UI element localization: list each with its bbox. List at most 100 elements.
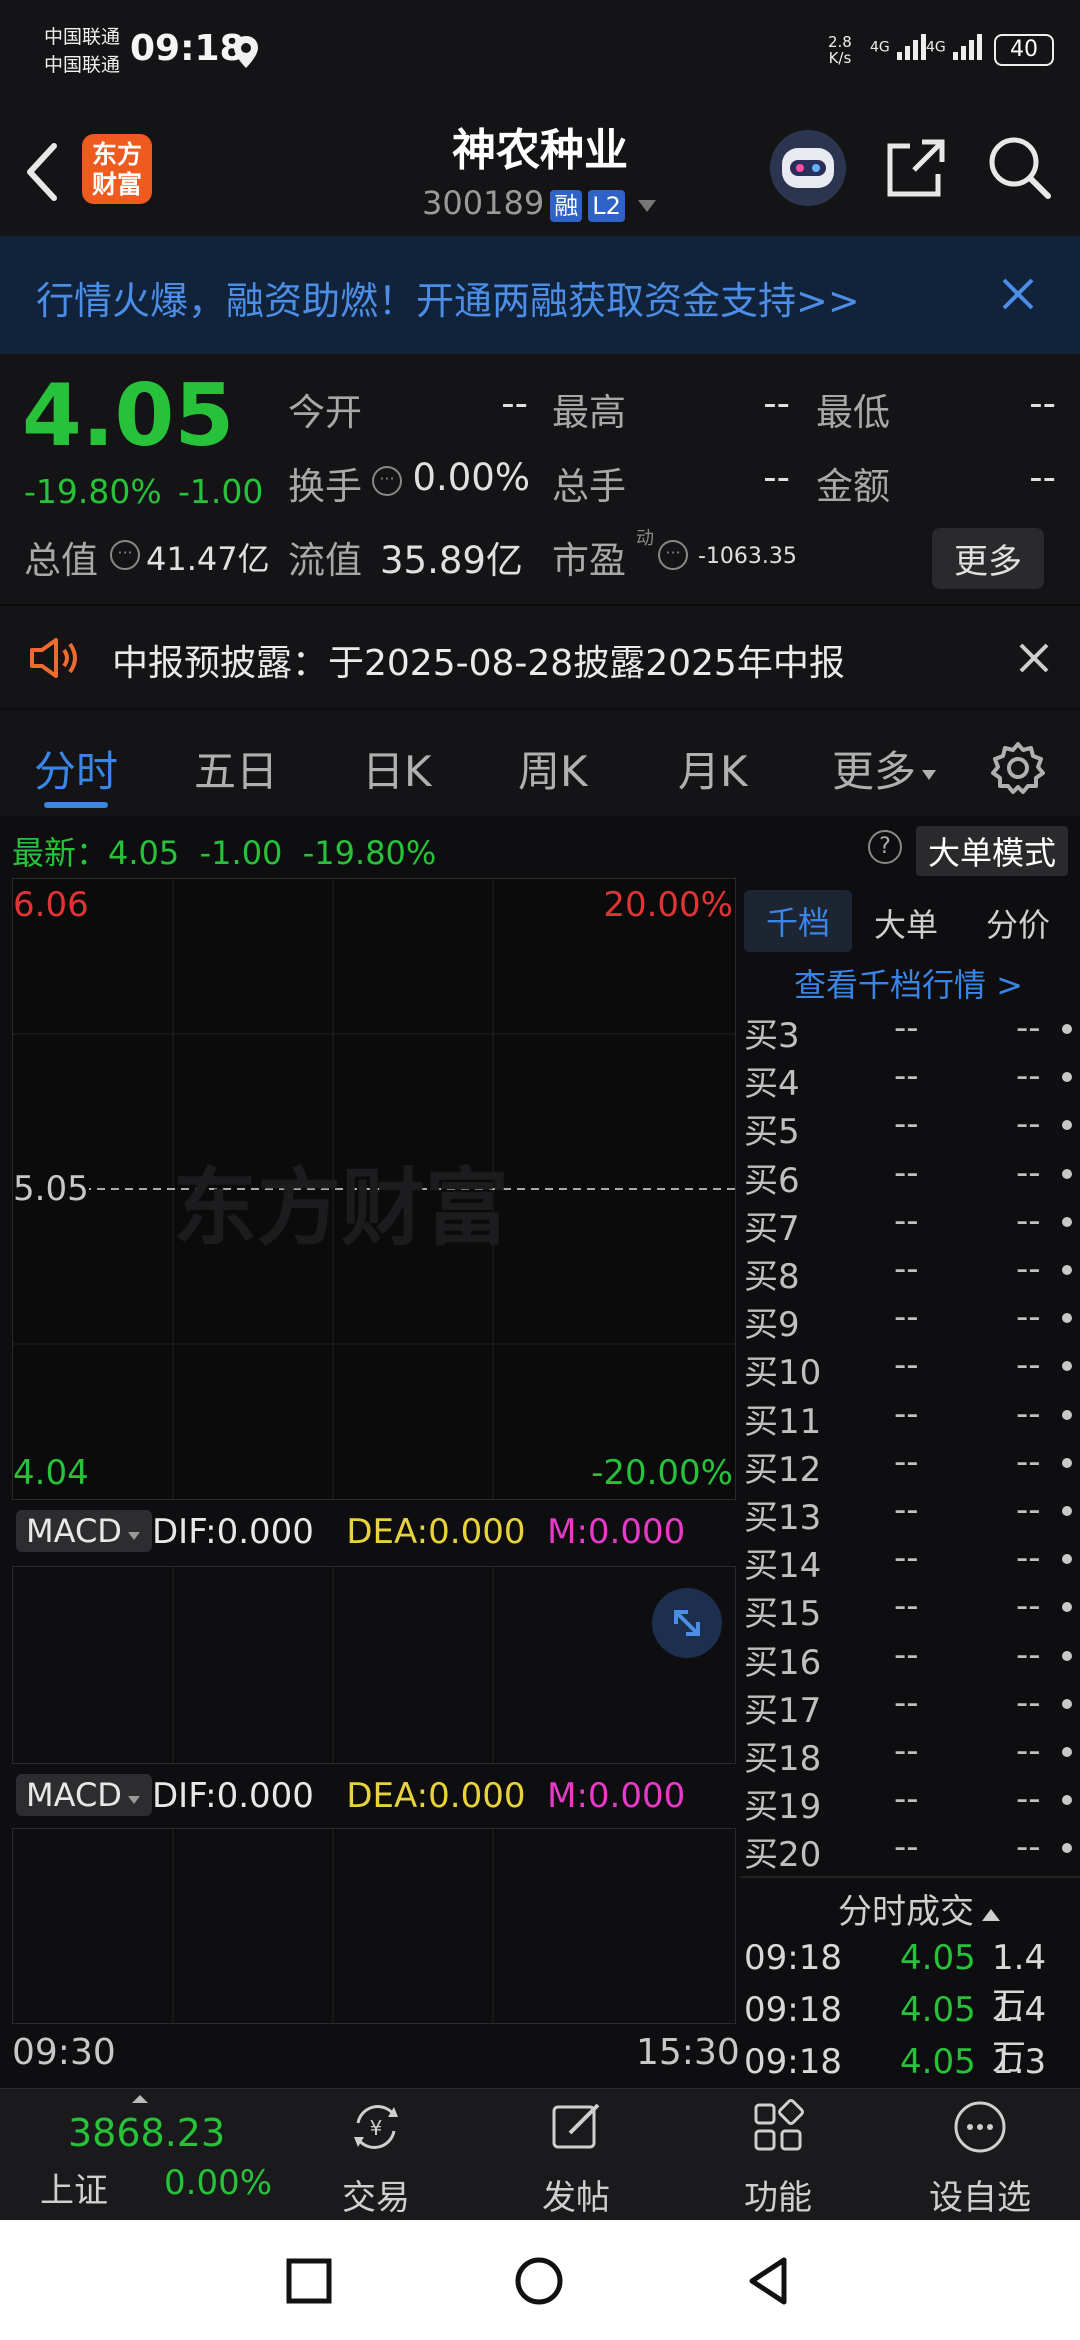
dropdown-icon (127, 1532, 140, 1540)
level-dot-icon (1062, 1409, 1072, 1420)
level-label: 买7 (744, 1208, 800, 1249)
tab-thousand-levels[interactable]: 千档 (744, 890, 853, 952)
macd-plot-area[interactable] (12, 1566, 736, 1764)
latest-quote: 最新：4.05 -1.00 -19.80% (12, 834, 437, 872)
order-book-row: 买13 -- -- (744, 1490, 1074, 1538)
macd-values: DIF:0.000 DEA:0.000 M:0.000 (152, 1776, 686, 1816)
chart-info-bar: 最新：4.05 -1.00 -19.80% ? 大单模式 (0, 818, 1080, 878)
tab-weekly-k[interactable]: 周K (518, 738, 588, 799)
promo-banner[interactable]: 行情火爆，融资助燃！开通两融获取资金支持>> (0, 236, 1080, 354)
indicator-selector[interactable]: MACD (16, 1510, 152, 1552)
recents-icon[interactable] (286, 2258, 332, 2304)
trade-button[interactable]: ¥ 交易 (326, 2099, 426, 2219)
level-label: 买12 (744, 1449, 822, 1490)
level-price: -- (894, 1634, 919, 1675)
level-volume: -- (1016, 1538, 1041, 1579)
order-book-panel: 千档 大单 分价 查看千档行情 > 买3 -- -- 买4 -- -- 买5 -- -- 买6 --… (740, 878, 1080, 2130)
index-percent: 0.00% (164, 2163, 273, 2203)
level-dot-icon (1062, 1843, 1072, 1854)
order-book-row: 买11 -- -- (744, 1394, 1074, 1442)
more-button[interactable]: 更多 (932, 528, 1044, 589)
float-cap-value: 35.89亿 (380, 539, 523, 582)
level-price: -- (894, 1731, 919, 1771)
level-volume: -- (1016, 1827, 1041, 1868)
settings-icon[interactable] (990, 740, 1046, 796)
pe-dynamic-mark: 动 (636, 528, 654, 549)
y-axis-mid-label: 5.05 (13, 1169, 89, 1209)
index-value[interactable]: 3868.23 (68, 2111, 225, 2155)
back-nav-icon[interactable] (746, 2256, 790, 2306)
expand-icon[interactable] (652, 1588, 722, 1658)
tab-five-day[interactable]: 五日 (194, 738, 278, 799)
tab-price-distribution[interactable]: 分价 (986, 900, 1050, 946)
l2-tag: L2 (588, 190, 625, 222)
info-icon[interactable]: ··· (110, 540, 140, 570)
active-tab-indicator (44, 802, 108, 808)
signal-2-icon: 4G (926, 32, 987, 62)
add-watchlist-button[interactable]: 设自选 (920, 2099, 1040, 2219)
edit-icon (552, 2103, 600, 2149)
amount-value: -- (1029, 456, 1056, 499)
robot-assistant-icon[interactable] (770, 130, 846, 206)
indicator-selector[interactable]: MACD (16, 1774, 152, 1816)
notice-text[interactable]: 中报预披露：于2025-08-28披露2025年中报 (112, 634, 845, 686)
tab-more[interactable]: 更多 (832, 738, 938, 799)
level-price: -- (894, 1538, 919, 1579)
macd-plot-area[interactable] (12, 1828, 736, 2024)
level-dot-icon (1062, 1120, 1072, 1131)
stock-code-row: 300189 融 L2 (340, 184, 740, 222)
stock-name: 神农种业 (452, 125, 628, 176)
dropdown-icon (637, 200, 656, 212)
level-label: 买17 (744, 1690, 822, 1731)
notice-bar[interactable]: 中报预披露：于2025-08-28披露2025年中报 (0, 604, 1080, 708)
level-label: 买11 (744, 1401, 822, 1442)
app-logo[interactable]: 东方 财富 (82, 134, 152, 204)
turnover-label: 换手 (288, 465, 362, 508)
trades-header[interactable]: 分时成交 (838, 1884, 1002, 1933)
tab-daily-k[interactable]: 日K (362, 738, 432, 799)
level-price: -- (894, 1056, 919, 1097)
info-icon[interactable]: ··· (372, 466, 402, 496)
large-order-mode-button[interactable]: 大单模式 (916, 826, 1069, 876)
trade-time: 09:18 (744, 2042, 842, 2082)
back-icon[interactable] (22, 142, 62, 202)
bottom-bar: 3868.23 上证 0.00% ¥ 交易 发帖 功能 设自选 (0, 2088, 1080, 2220)
banner-text[interactable]: 行情火爆，融资助燃！开通两融获取资金支持>> (36, 270, 860, 325)
volume-label: 总手 (552, 465, 626, 508)
tab-intraday[interactable]: 分时 (34, 738, 118, 799)
functions-button[interactable]: 功能 (728, 2099, 828, 2219)
dropdown-icon (127, 1796, 140, 1804)
carrier-1: 中国联通 (44, 26, 121, 48)
help-icon[interactable]: ? (868, 830, 902, 864)
tab-monthly-k[interactable]: 月K (678, 738, 748, 799)
stock-header[interactable]: 神农种业 300189 融 L2 (340, 114, 740, 222)
open-value: -- (501, 382, 528, 425)
order-book-row: 买10 -- -- (744, 1345, 1074, 1393)
level-volume: -- (1016, 1249, 1041, 1289)
level-label: 买16 (744, 1642, 822, 1683)
tab-large-orders[interactable]: 大单 (874, 900, 938, 946)
speaker-icon (30, 638, 77, 678)
level-volume: -- (1016, 1345, 1041, 1386)
search-icon[interactable] (986, 134, 1052, 200)
level-dot-icon (1062, 1072, 1072, 1083)
period-tabs: 分时 五日 日K 周K 月K 更多 (0, 710, 1080, 816)
pe-label: 市盈 (552, 539, 626, 582)
view-levels-link[interactable]: 查看千档行情 > (794, 960, 1023, 1006)
intraday-chart[interactable]: 东方财富 6.06 20.00% 5.05 4.04 -20.00% (12, 878, 736, 1500)
close-icon[interactable] (1000, 276, 1036, 312)
trade-price: 4.05 (900, 2042, 976, 2082)
level-dot-icon (1062, 1698, 1072, 1709)
clock: 09:18 (130, 28, 245, 69)
share-icon[interactable] (884, 136, 948, 200)
status-bar: 中国联通 中国联通 09:18 2.8 K/s 4G 4G 40 (0, 0, 1080, 100)
post-button[interactable]: 发帖 (526, 2099, 626, 2219)
close-icon[interactable] (1018, 642, 1050, 674)
chevron-up-icon[interactable] (130, 2093, 150, 2105)
svg-text:¥: ¥ (370, 2116, 383, 2140)
home-icon[interactable] (514, 2256, 564, 2306)
info-icon[interactable]: ··· (658, 540, 688, 570)
level-dot-icon (1062, 1361, 1072, 1372)
order-book-row: 买16 -- -- (744, 1635, 1074, 1683)
current-price: 4.05 (22, 366, 235, 466)
